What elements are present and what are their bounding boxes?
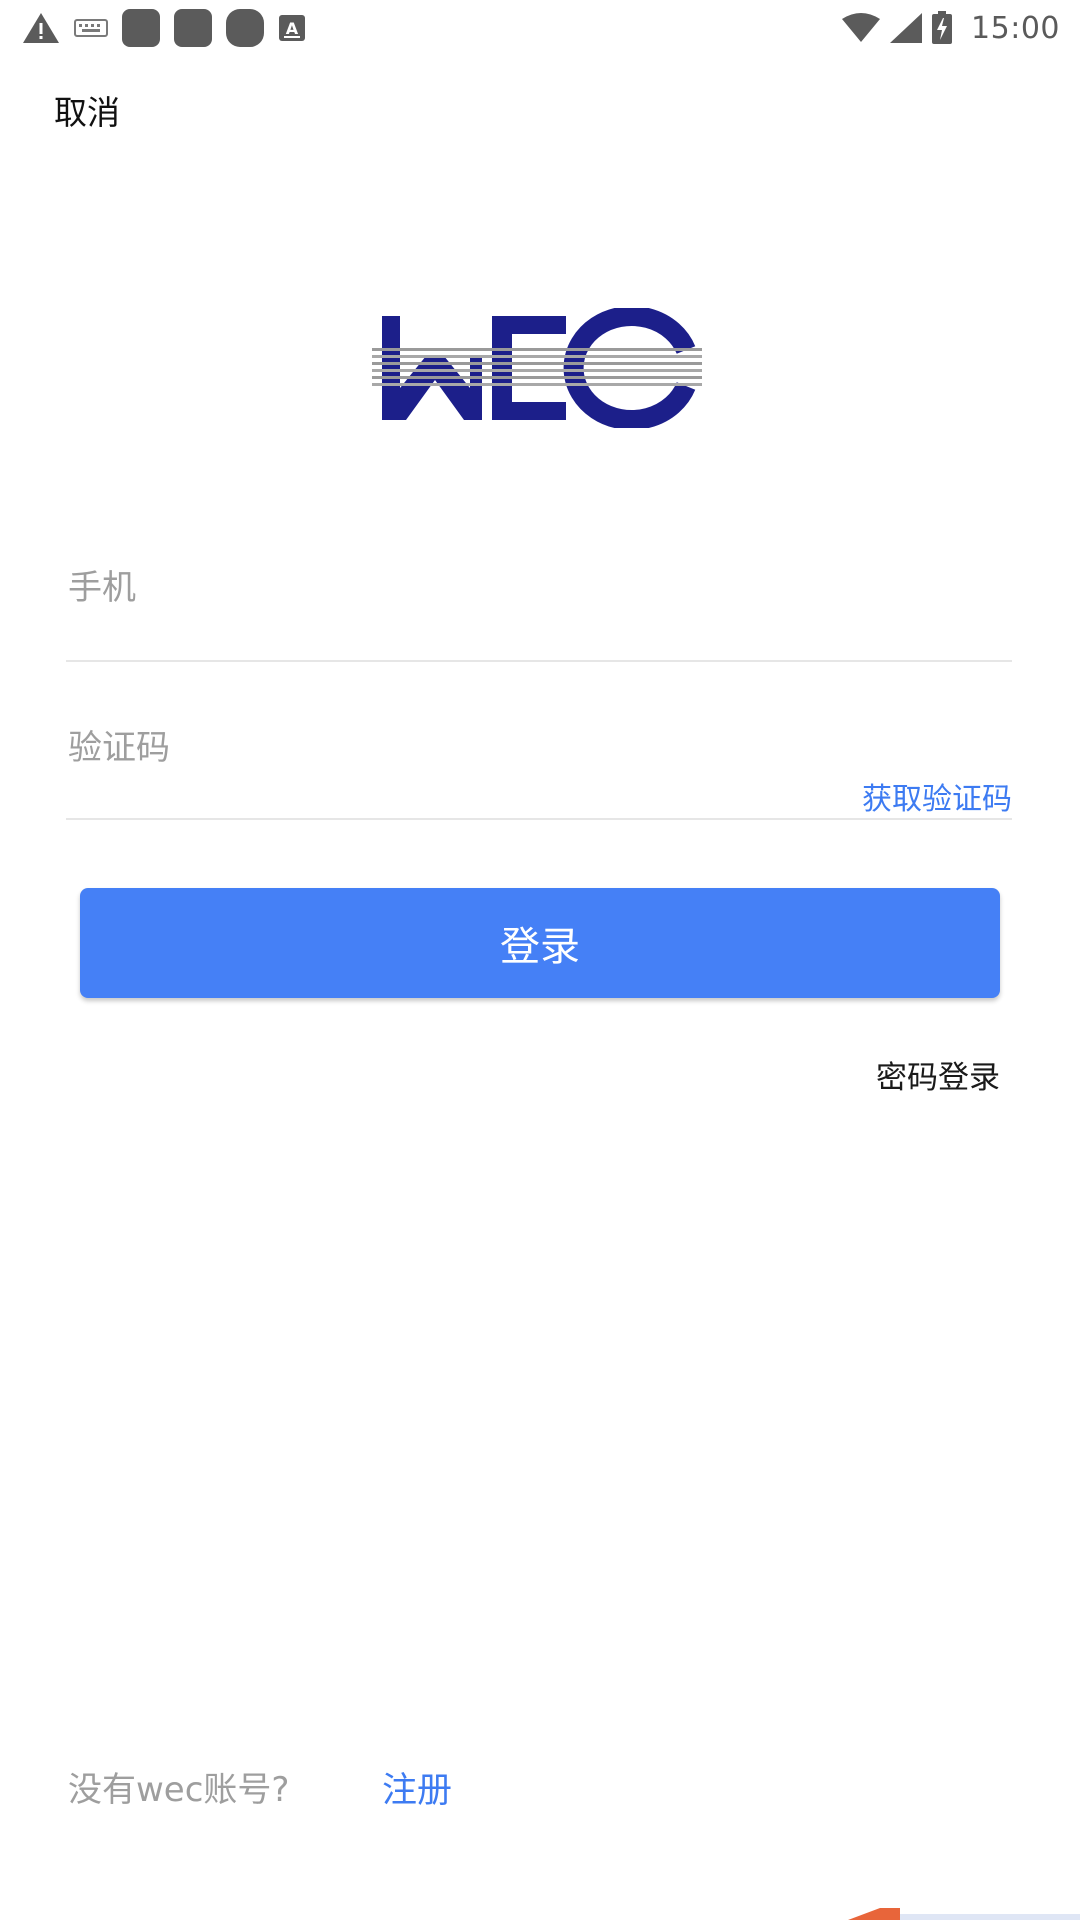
cancel-button[interactable]: 取消	[54, 86, 120, 134]
get-code-button[interactable]: 获取验证码	[862, 774, 1012, 818]
status-bar-system: 15:00	[841, 8, 1060, 48]
code-placeholder: 验证码	[68, 728, 170, 768]
login-button[interactable]: 登录	[80, 888, 1000, 998]
phone-field[interactable]: 手机	[66, 540, 1012, 662]
app-notification-icon	[174, 9, 212, 47]
no-account-text: 没有wec账号?	[68, 1770, 290, 1810]
wifi-icon	[842, 13, 881, 42]
status-bar: A 15:00	[0, 0, 1080, 56]
app-notification-icon	[226, 9, 264, 47]
battery-charging-icon	[932, 11, 953, 44]
cell-signal-icon	[890, 13, 923, 43]
text-a-icon: A	[279, 15, 305, 41]
wec-logo	[368, 306, 708, 430]
verification-code-field[interactable]: 验证码 获取验证码	[66, 700, 1012, 820]
keyboard-icon	[74, 19, 108, 37]
status-time: 15:00	[971, 10, 1060, 46]
password-login-link[interactable]: 密码登录	[876, 1052, 1000, 1097]
warning-icon	[23, 13, 59, 43]
app-notification-icon	[122, 9, 160, 47]
status-bar-notifications: A	[22, 9, 306, 47]
corner-accent-decoration	[848, 1908, 1080, 1920]
phone-placeholder: 手机	[68, 568, 136, 608]
svg-text:A: A	[286, 19, 299, 38]
register-link[interactable]: 注册	[382, 1762, 452, 1813]
